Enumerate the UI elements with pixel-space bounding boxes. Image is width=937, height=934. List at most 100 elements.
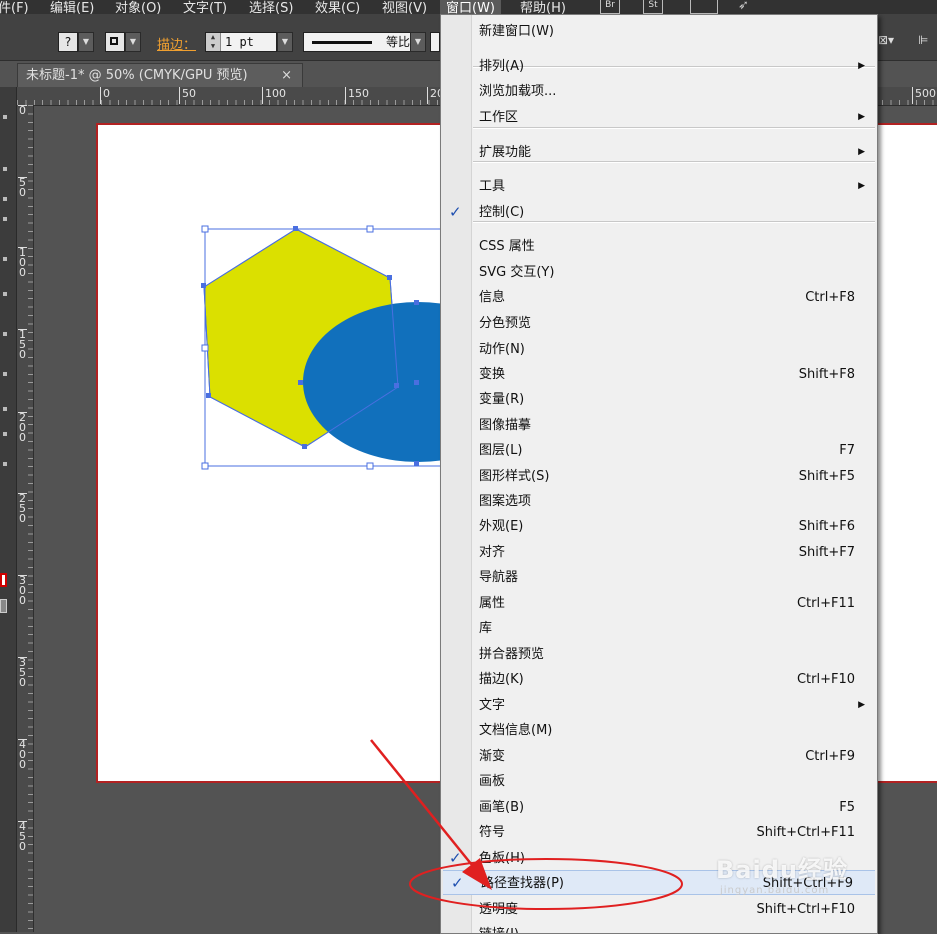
tool-icon[interactable] (3, 407, 7, 411)
window-menu-item-label: 动作(N) (479, 342, 525, 357)
tool-icon[interactable] (3, 167, 7, 171)
watermark: Baidu经验 jingyan.baidu.com (716, 850, 848, 896)
tool-icon[interactable] (3, 332, 7, 336)
transform-panel-icon[interactable]: ⊠▾ (878, 33, 894, 47)
tool-icon[interactable] (3, 217, 7, 221)
stroke-weight-field[interactable]: ▲ ▼ 1 pt (205, 32, 277, 52)
checkmark-icon: ✓ (449, 849, 462, 867)
window-menu-item-label: 拼合器预览 (479, 647, 545, 662)
window-menu-item[interactable]: 图形样式(S) Shift+F5 (441, 464, 877, 489)
window-menu-item[interactable]: 渐变 Ctrl+F9 (441, 744, 877, 769)
align-panel-icon[interactable]: ⊫ (918, 33, 928, 47)
window-menu-item-label: 路径查找器(P) (481, 876, 564, 891)
window-menu-item[interactable]: 分色预览 (441, 311, 877, 336)
tool-icon[interactable] (3, 115, 7, 119)
window-menu-item-shortcut: Shift+Ctrl+F11 (756, 825, 855, 840)
tool-icon[interactable] (3, 432, 7, 436)
window-menu-item-label: 库 (479, 621, 493, 636)
window-menu-item[interactable]: 文字 ▶ (441, 693, 877, 718)
stroke-swatch[interactable] (105, 32, 125, 52)
window-menu-item[interactable]: 信息 Ctrl+F8 (441, 285, 877, 310)
checkmark-icon: ✓ (451, 874, 464, 892)
tool-icon[interactable] (3, 257, 7, 261)
window-menu-item[interactable]: 文档信息(M) (441, 718, 877, 743)
stroke-color-icon[interactable] (0, 573, 7, 587)
fill-swatch[interactable]: ? (58, 32, 78, 52)
tool-icon[interactable] (3, 292, 7, 296)
window-menu-item[interactable]: 库 (441, 616, 877, 641)
ruler-tick-label: 50 (179, 87, 196, 104)
window-menu-item[interactable]: 图案选项 (441, 489, 877, 514)
tool-icon[interactable] (3, 372, 7, 376)
arrange-documents-icon[interactable] (690, 0, 718, 14)
brush-field[interactable] (430, 32, 440, 52)
stroke-weight-stepper-icon[interactable]: ▲ ▼ (206, 33, 221, 51)
window-menu-item[interactable]: 对齐 Shift+F7 (441, 540, 877, 565)
stroke-profile-select[interactable]: 等比 (303, 32, 425, 52)
menu-edit[interactable]: 编辑(E) (50, 0, 94, 14)
ruler-tick-label: 400 (18, 738, 27, 771)
window-menu-item[interactable]: 浏览加载项... (441, 79, 877, 104)
ruler-tick-label: 150 (18, 328, 27, 361)
window-menu-item[interactable]: 扩展功能 ▶ (441, 140, 877, 165)
window-menu-item[interactable]: SVG 交互(Y) (441, 260, 877, 285)
window-menu-item-label: 画笔(B) (479, 800, 525, 815)
window-menu-item[interactable]: 动作(N) (441, 337, 877, 362)
window-menu-item[interactable]: 链接(I) (441, 922, 877, 933)
menu-window[interactable]: 窗口(W) (440, 0, 501, 14)
menu-effect[interactable]: 效果(C) (315, 0, 360, 14)
window-menu-item[interactable]: 拼合器预览 (441, 642, 877, 667)
document-tab[interactable]: 未标题-1* @ 50% (CMYK/GPU 预览) × (17, 63, 303, 87)
window-menu-item[interactable]: 新建窗口(W) (441, 19, 877, 44)
menu-view[interactable]: 视图(V) (382, 0, 427, 14)
bridge-icon[interactable]: Br (600, 0, 620, 14)
window-menu-item[interactable]: 变量(R) (441, 387, 877, 412)
window-menu-item-label: 链接(I) (479, 922, 519, 933)
stroke-profile-value: 等比 (386, 35, 411, 49)
window-menu-item-shortcut: Shift+F8 (798, 367, 855, 382)
window-menu-item[interactable]: 画笔(B) F5 (441, 795, 877, 820)
window-menu-item[interactable]: ✓ 控制(C) (441, 200, 877, 225)
window-menu-item[interactable]: 符号 Shift+Ctrl+F11 (441, 820, 877, 845)
window-menu-item[interactable]: 图层(L) F7 (441, 438, 877, 463)
menu-select[interactable]: 选择(S) (249, 0, 293, 14)
menu-file[interactable]: 件(F) (0, 0, 29, 14)
tool-icon[interactable] (3, 197, 7, 201)
gpu-performance-icon[interactable]: ➶ (738, 0, 749, 13)
window-menu-item-label: 导航器 (479, 570, 519, 585)
menu-object[interactable]: 对象(O) (115, 0, 161, 14)
window-menu-item[interactable]: 画板 (441, 769, 877, 794)
tool-icon[interactable] (3, 462, 7, 466)
menu-help[interactable]: 帮助(H) (520, 0, 566, 14)
stroke-dropdown-icon[interactable]: ▼ (125, 32, 141, 52)
window-menu-item[interactable]: 工具 ▶ (441, 174, 877, 199)
window-menu-item[interactable]: 描边(K) Ctrl+F10 (441, 667, 877, 692)
fill-dropdown-icon[interactable]: ▼ (78, 32, 94, 52)
window-menu-item-shortcut: Ctrl+F10 (796, 672, 855, 687)
window-menu-item-label: 对齐 (479, 545, 506, 560)
window-menu-item-label: 色板(H) (479, 851, 525, 866)
ruler-vertical[interactable]: 0 50 100 150 200 250 300 350 400 450 (17, 105, 34, 932)
window-menu-item[interactable]: 排列(A) ▶ (441, 54, 877, 79)
window-menu-item[interactable]: 变换 Shift+F8 (441, 362, 877, 387)
stroke-weight-dropdown-icon[interactable]: ▼ (277, 32, 293, 52)
window-menu-item[interactable]: 导航器 (441, 565, 877, 590)
window-menu-item[interactable]: 图像描摹 (441, 413, 877, 438)
window-menu-item[interactable]: 属性 Ctrl+F11 (441, 591, 877, 616)
window-menu-item-label: 图案选项 (479, 494, 532, 509)
screen-mode-icon[interactable] (0, 599, 7, 613)
window-menu-item[interactable]: 工作区 ▶ (441, 105, 877, 130)
window-menu-item-shortcut: Ctrl+F9 (805, 749, 855, 764)
ruler-tick-label: 350 (18, 656, 27, 689)
window-menu-item-label: 工作区 (479, 110, 519, 125)
window-menu-item[interactable]: 透明度 Shift+Ctrl+F10 (441, 897, 877, 922)
ruler-tick-label: 100 (262, 87, 286, 104)
menu-type[interactable]: 文字(T) (183, 0, 227, 14)
window-menu-item[interactable]: CSS 属性 (441, 234, 877, 259)
stroke-profile-dropdown-icon[interactable]: ▼ (410, 32, 426, 52)
stock-icon[interactable]: St (643, 0, 663, 14)
ruler-tick-label: 100 (18, 246, 27, 279)
close-tab-icon[interactable]: × (281, 64, 292, 88)
window-menu-item[interactable]: 外观(E) Shift+F6 (441, 514, 877, 539)
stroke-label[interactable]: 描边： (157, 34, 196, 53)
